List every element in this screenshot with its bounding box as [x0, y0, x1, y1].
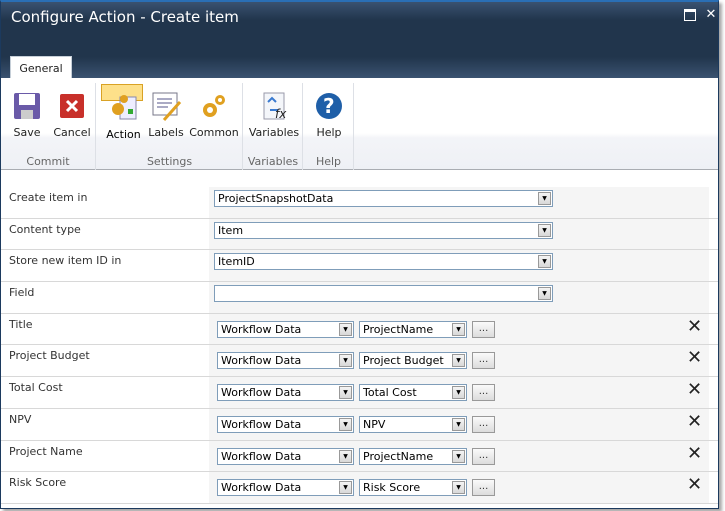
dialog-title: Configure Action - Create item [11, 8, 239, 26]
chevron-down-icon: ▼ [452, 481, 465, 495]
source-select[interactable]: Workflow Data ▼ [217, 415, 354, 433]
save-icon [14, 93, 40, 119]
group-variables: fx Variables Variables [244, 83, 303, 170]
chevron-down-icon: ▼ [538, 255, 551, 269]
field-select[interactable]: ▼ [214, 285, 553, 303]
ribbon: Save Cancel Commit Action Labels Common … [1, 78, 718, 170]
action-icon [111, 95, 136, 120]
value-select[interactable]: Total Cost ▼ [359, 384, 467, 402]
maximize-icon[interactable] [684, 9, 696, 21]
row-store-id: Store new item ID in ItemID ▼ [1, 250, 718, 283]
value-select[interactable]: Project Budget ▼ [359, 352, 467, 370]
delete-icon[interactable]: ✕ [687, 444, 702, 463]
value-select[interactable]: NPV ▼ [359, 415, 467, 433]
source-select[interactable]: Workflow Data ▼ [217, 479, 354, 497]
chevron-down-icon: ▼ [452, 386, 465, 400]
chevron-down-icon: ▼ [339, 481, 352, 495]
chevron-down-icon: ▼ [538, 192, 551, 205]
chevron-down-icon: ▼ [452, 354, 465, 368]
field-label: Title [9, 317, 33, 331]
value-select[interactable]: Risk Score ▼ [359, 479, 467, 497]
field-mapping-row: Total Cost Workflow Data ▼ Total Cost ▼ ..… [1, 377, 718, 409]
group-help: ? Help Help [304, 83, 354, 170]
save-button[interactable]: Save [7, 84, 47, 152]
svg-text:fx: fx [275, 107, 287, 121]
lookup-button[interactable]: ... [472, 320, 495, 338]
value-select[interactable]: ProjectName ▼ [359, 320, 467, 338]
chevron-down-icon: ▼ [339, 322, 352, 336]
field-mapping-row: NPV Workflow Data ▼ NPV ▼ ... ✕ [1, 408, 718, 441]
delete-icon[interactable]: ✕ [687, 349, 702, 367]
chevron-down-icon: ▼ [452, 322, 465, 336]
field-label: Risk Score [9, 476, 67, 490]
title-bar: Configure Action - Create item ✕ General [1, 2, 718, 79]
close-icon[interactable]: ✕ [705, 8, 717, 21]
source-select[interactable]: Workflow Data ▼ [217, 447, 354, 465]
lookup-button[interactable]: ... [472, 479, 495, 497]
action-form: Create item in ProjectSnapshotData ▼ Cont… [1, 187, 718, 504]
lookup-button[interactable]: ... [472, 352, 495, 370]
content-type-select[interactable]: Item ▼ [214, 221, 553, 239]
delete-icon[interactable]: ✕ [687, 381, 702, 399]
field-mapping-row: Risk Score Workflow Data ▼ Risk Score ▼ ..… [1, 472, 718, 504]
labels-icon [152, 92, 182, 121]
field-mapping-row: Project Budget Workflow Data ▼ Project Bu… [1, 345, 718, 378]
field-label: Total Cost [9, 381, 63, 395]
source-select[interactable]: Workflow Data ▼ [217, 384, 354, 402]
chevron-down-icon: ▼ [538, 287, 551, 301]
lookup-button[interactable]: ... [472, 447, 495, 465]
create-item-in-select[interactable]: ProjectSnapshotData ▼ [214, 190, 553, 207]
delete-icon[interactable]: ✕ [687, 412, 702, 431]
group-settings: Action Labels Common Settings [97, 83, 243, 170]
tab-general[interactable]: General [10, 56, 72, 79]
delete-icon[interactable]: ✕ [687, 317, 702, 336]
delete-icon[interactable]: ✕ [687, 476, 702, 494]
chevron-down-icon: ▼ [339, 354, 352, 368]
row-create-item-in: Create item in ProjectSnapshotData ▼ [1, 187, 718, 219]
labels-button[interactable]: Labels [147, 84, 185, 152]
cancel-icon [60, 94, 84, 118]
lookup-button[interactable]: ... [472, 384, 495, 402]
action-button[interactable]: Action [101, 84, 143, 141]
help-button[interactable]: ? Help [310, 84, 348, 152]
chevron-down-icon: ▼ [339, 417, 352, 431]
store-id-select[interactable]: ItemID ▼ [214, 253, 553, 271]
source-select[interactable]: Workflow Data ▼ [217, 320, 354, 338]
lookup-button[interactable]: ... [472, 415, 495, 433]
field-mapping-row: Title Workflow Data ▼ ProjectName ▼ ... ✕ [1, 313, 718, 346]
help-icon: ? [316, 93, 342, 119]
chevron-down-icon: ▼ [538, 223, 551, 237]
cancel-button[interactable]: Cancel [51, 84, 93, 152]
value-select[interactable]: ProjectName ▼ [359, 447, 467, 465]
field-label: Project Name [9, 444, 83, 458]
chevron-down-icon: ▼ [452, 449, 465, 463]
field-mapping-row: Project Name Workflow Data ▼ ProjectName ▼… [1, 440, 718, 473]
chevron-down-icon: ▼ [339, 449, 352, 463]
variables-icon: fx [263, 92, 287, 121]
chevron-down-icon: ▼ [452, 417, 465, 431]
svg-text:?: ? [323, 94, 335, 118]
row-content-type: Content type Item ▼ [1, 218, 718, 251]
variables-button[interactable]: fx Variables [247, 84, 301, 152]
field-label: Project Budget [9, 349, 90, 363]
group-commit: Save Cancel Commit [1, 83, 96, 170]
configure-action-dialog: Configure Action - Create item ✕ General… [0, 0, 719, 509]
common-icon [203, 95, 225, 117]
row-field: Field ▼ [1, 282, 718, 314]
common-button[interactable]: Common [189, 84, 239, 152]
field-label: NPV [9, 412, 32, 426]
chevron-down-icon: ▼ [339, 386, 352, 400]
source-select[interactable]: Workflow Data ▼ [217, 352, 354, 370]
